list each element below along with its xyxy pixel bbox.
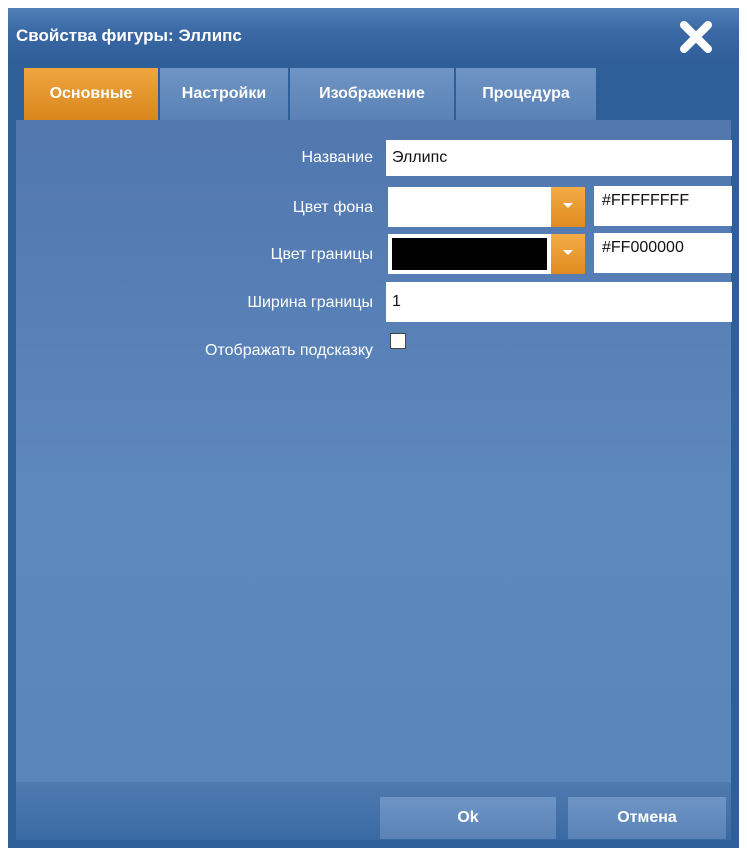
border-color-dropdown-button[interactable] (551, 234, 585, 274)
tab-procedure[interactable]: Процедура (456, 68, 596, 120)
cancel-button[interactable]: Отмена (568, 797, 726, 839)
border-color-swatch[interactable] (388, 234, 551, 274)
show-hint-label: Отображать подсказку (205, 342, 373, 359)
tab-basic[interactable]: Основные (24, 68, 158, 120)
name-input[interactable] (386, 140, 732, 176)
bg-color-hex[interactable]: #FFFFFFFF (594, 186, 732, 226)
border-width-label: Ширина границы (247, 294, 373, 311)
bg-color-dropdown-button[interactable] (551, 187, 585, 227)
border-color-hex[interactable]: #FF000000 (594, 233, 732, 273)
chevron-down-icon (563, 250, 573, 255)
bg-color-label: Цвет фона (292, 199, 373, 216)
tab-settings[interactable]: Настройки (160, 68, 288, 120)
ok-button[interactable]: Ok (380, 797, 556, 839)
border-width-input[interactable] (386, 282, 732, 322)
name-label: Название (301, 149, 374, 166)
chevron-down-icon (563, 203, 573, 208)
bg-color-swatch[interactable] (388, 187, 551, 227)
title-bar[interactable]: Свойства фигуры: Эллипс (8, 8, 739, 64)
window-title: Свойства фигуры: Эллипс (16, 26, 242, 45)
show-hint-checkbox[interactable] (390, 333, 406, 349)
border-color-label: Цвет границы (270, 246, 373, 263)
close-icon[interactable] (676, 18, 716, 56)
border-color-swatch-fill (392, 238, 547, 270)
tab-image[interactable]: Изображение (290, 68, 454, 120)
